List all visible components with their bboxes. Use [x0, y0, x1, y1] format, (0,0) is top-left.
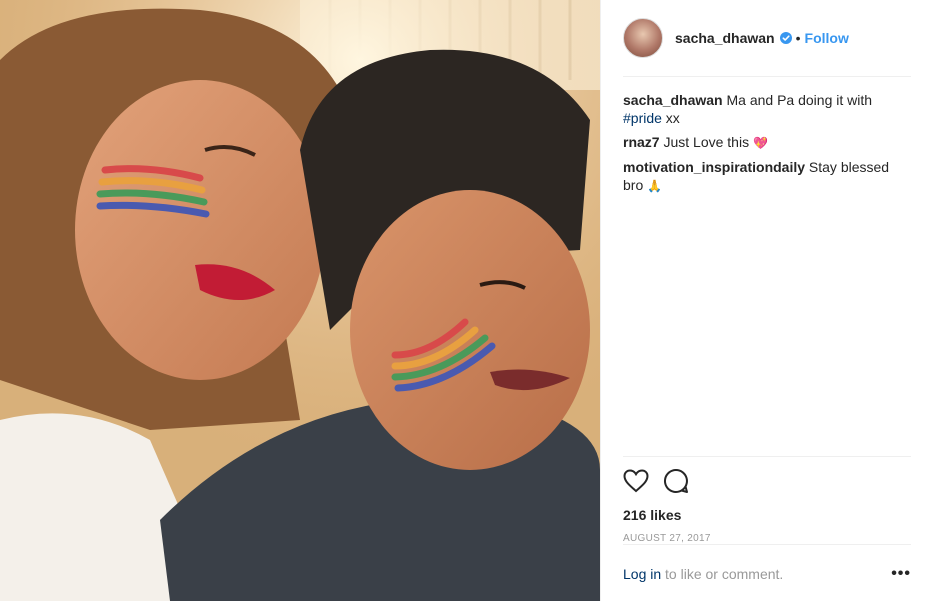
username-link[interactable]: sacha_dhawan [675, 30, 775, 46]
post-header: sacha_dhawan • Follow [623, 0, 911, 77]
action-icons [623, 467, 911, 495]
comment-username[interactable]: rnaz7 [623, 134, 660, 150]
comments-list: sacha_dhawan Ma and Pa doing it with #pr… [601, 77, 935, 195]
header-separator: • [795, 30, 801, 46]
avatar[interactable] [623, 18, 663, 58]
comment-username[interactable]: motivation_inspirationdaily [623, 159, 805, 175]
comment-item: rnaz7 Just Love this 💖 [623, 133, 911, 152]
follow-button[interactable]: Follow [805, 30, 849, 46]
heart-icon[interactable] [623, 469, 649, 493]
post-photo-illustration [0, 0, 600, 601]
login-link[interactable]: Log in [623, 566, 661, 582]
caption-text: Ma and Pa doing it with [726, 92, 873, 108]
comment-icon[interactable] [663, 468, 689, 494]
heart-emoji: 💖 [752, 136, 768, 150]
more-options-icon[interactable]: ••• [891, 565, 911, 583]
pray-emoji: 🙏 [647, 179, 663, 193]
post-sidebar: sacha_dhawan • Follow sacha_dhawan Ma an… [600, 0, 935, 601]
caption: sacha_dhawan Ma and Pa doing it with #pr… [623, 91, 911, 127]
comment-item: motivation_inspirationdaily Stay blessed… [623, 158, 911, 195]
login-suffix: to like or comment. [661, 565, 784, 582]
post-photo[interactable] [0, 0, 600, 601]
verified-badge-icon [779, 32, 792, 44]
caption-username[interactable]: sacha_dhawan [623, 92, 723, 108]
likes-count[interactable]: 216 likes [623, 507, 911, 523]
caption-suffix: xx [661, 110, 680, 126]
actions-section: 216 likes AUGUST 27, 2017 [623, 456, 911, 544]
comment-text: Just Love this [659, 134, 753, 150]
hashtag-link[interactable]: #pride [623, 110, 662, 126]
post-date: AUGUST 27, 2017 [623, 533, 711, 544]
post-footer: Log in to like or comment. ••• [623, 544, 911, 602]
instagram-post: sacha_dhawan • Follow sacha_dhawan Ma an… [0, 0, 935, 601]
